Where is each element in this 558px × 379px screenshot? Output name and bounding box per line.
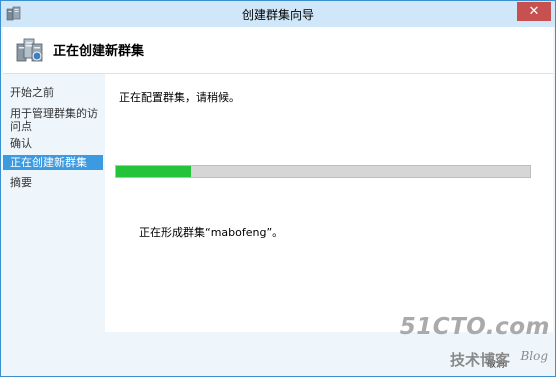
title-bar[interactable]: 创建群集向导 ✕	[1, 1, 555, 27]
nav-step-access-point[interactable]: 用于管理群集的访问点	[3, 107, 103, 133]
close-button[interactable]: ✕	[517, 2, 551, 21]
cluster-servers-icon	[16, 38, 43, 62]
progress-fill	[116, 166, 191, 177]
progress-bar	[115, 165, 531, 178]
page-title: 正在创建新群集	[53, 44, 145, 59]
watermark-brand: 51CTO.com	[399, 314, 550, 340]
status-text: 正在配置群集，请稍候。	[119, 91, 240, 104]
nav-step-creating-cluster[interactable]: 正在创建新群集	[3, 155, 103, 170]
window-title: 创建群集向导	[241, 8, 314, 22]
wizard-header: 正在创建新群集	[3, 27, 553, 74]
wizard-step-nav: 开始之前 用于管理群集的访问点 确认 正在创建新群集 摘要	[3, 74, 103, 372]
watermark-blog: Blog	[520, 349, 548, 363]
close-icon: ✕	[528, 4, 540, 19]
nav-step-confirmation[interactable]: 确认	[3, 137, 103, 150]
nav-step-summary[interactable]: 摘要	[3, 176, 103, 189]
sub-status-text: 正在形成群集“mabofeng”。	[139, 226, 284, 239]
main-content: 正在配置群集，请稍候。 正在形成群集“mabofeng”。	[105, 74, 553, 332]
watermark-subtitle: 技术博客	[449, 351, 510, 369]
nav-step-before-you-begin[interactable]: 开始之前	[3, 86, 103, 99]
